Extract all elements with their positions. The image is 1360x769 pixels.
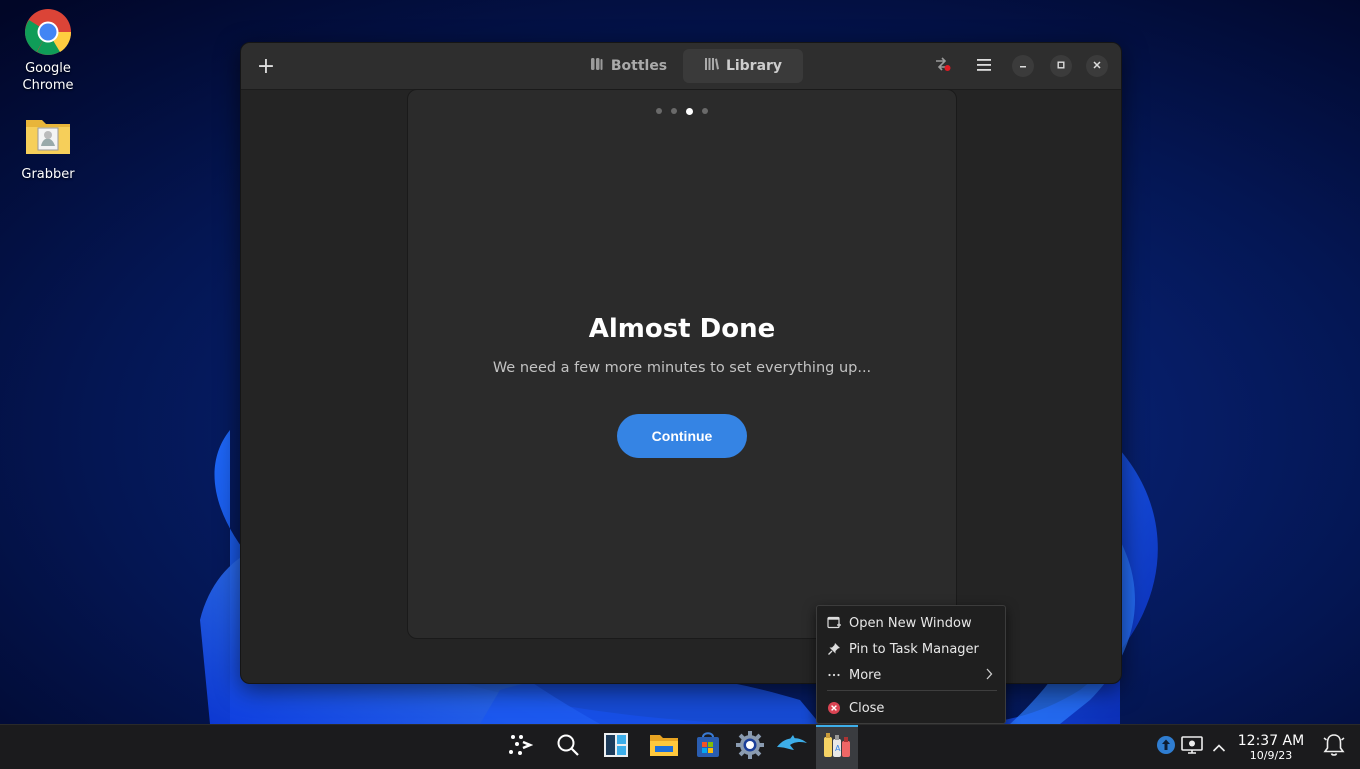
bell-icon bbox=[1321, 732, 1347, 762]
desktop-icon-label: Grabber bbox=[21, 167, 75, 182]
taskbar-launcher-button[interactable] bbox=[504, 731, 536, 763]
menu-item-label: Open New Window bbox=[849, 615, 972, 631]
bottles-app-icon: A bbox=[822, 731, 852, 763]
page-indicator bbox=[408, 107, 956, 115]
clock-date: 10/9/23 bbox=[1249, 749, 1293, 762]
taskbar-settings-button[interactable] bbox=[734, 731, 766, 763]
svg-text:A: A bbox=[835, 744, 841, 753]
clock-time: 12:37 AM bbox=[1237, 733, 1305, 749]
close-window-button[interactable] bbox=[1086, 55, 1108, 77]
menu-item-open-new-window[interactable]: Open New Window bbox=[817, 610, 1005, 636]
task-status-icon bbox=[934, 56, 952, 76]
operations-button[interactable] bbox=[931, 55, 955, 77]
tab-library[interactable]: Library bbox=[683, 49, 803, 83]
bottles-window: + Bottles Library Almost Done We need a … bbox=[240, 42, 1122, 684]
close-icon bbox=[1092, 60, 1102, 73]
taskbar-clock[interactable]: 12:37 AM 10/9/23 bbox=[1236, 733, 1306, 762]
desktop-icon-grabber[interactable]: Grabber bbox=[3, 114, 93, 183]
tab-bottles[interactable]: Bottles bbox=[568, 49, 688, 83]
onboarding-dialog: Almost Done We need a few more minutes t… bbox=[407, 89, 957, 639]
menu-item-label: More bbox=[849, 667, 882, 683]
desktop-icon-label: Google bbox=[25, 61, 71, 76]
menu-item-label: Close bbox=[849, 700, 885, 716]
page-dot[interactable] bbox=[671, 108, 677, 114]
pin-icon bbox=[827, 642, 841, 656]
menu-item-label: Pin to Task Manager bbox=[849, 641, 979, 657]
tray-expand-button[interactable] bbox=[1206, 732, 1232, 762]
dolphin-icon bbox=[776, 735, 808, 759]
hamburger-menu-icon bbox=[976, 57, 992, 76]
folder-icon bbox=[649, 732, 679, 762]
monitor-icon bbox=[1181, 736, 1203, 758]
plus-icon: + bbox=[256, 53, 276, 79]
menu-item-more[interactable]: More bbox=[817, 662, 1005, 688]
chevron-right-icon bbox=[985, 668, 993, 684]
bottles-icon bbox=[589, 56, 605, 76]
menu-item-close[interactable]: Close bbox=[817, 695, 1005, 721]
tray-display-button[interactable] bbox=[1178, 732, 1206, 762]
menu-separator bbox=[827, 690, 997, 691]
new-window-icon bbox=[827, 616, 841, 630]
app-launcher-icon bbox=[507, 732, 534, 762]
tab-label: Library bbox=[725, 58, 783, 74]
desktop-icon-google-chrome[interactable]: Google Chrome bbox=[3, 8, 93, 94]
chevron-up-icon bbox=[1212, 738, 1226, 757]
taskbar-context-menu: Open New Window Pin to Task Manager More bbox=[816, 605, 1006, 724]
taskbar-search-button[interactable] bbox=[552, 731, 584, 763]
header-bar: + Bottles Library bbox=[241, 43, 1121, 90]
page-dot[interactable] bbox=[702, 108, 708, 114]
taskbar-file-manager-button[interactable] bbox=[648, 731, 680, 763]
tray-updates-button[interactable] bbox=[1152, 732, 1180, 762]
notifications-button[interactable] bbox=[1318, 731, 1350, 763]
search-icon bbox=[555, 732, 581, 762]
minimize-button[interactable] bbox=[1012, 55, 1034, 77]
task-view-icon bbox=[603, 732, 629, 762]
gear-icon bbox=[735, 730, 765, 764]
maximize-icon bbox=[1056, 60, 1066, 73]
folder-icon bbox=[24, 114, 72, 162]
page-dot-current[interactable] bbox=[686, 107, 693, 115]
taskbar-bottles-button[interactable]: A bbox=[821, 731, 853, 763]
update-available-icon bbox=[1156, 735, 1176, 759]
taskbar-store-button[interactable] bbox=[692, 731, 724, 763]
desktop-icon-label: Chrome bbox=[22, 78, 74, 93]
page-dot[interactable] bbox=[656, 108, 662, 114]
main-menu-button[interactable] bbox=[973, 55, 995, 77]
taskbar: A 12:37 AM 10/9/23 bbox=[0, 724, 1360, 769]
minimize-icon bbox=[1018, 60, 1028, 73]
taskbar-dolphin-emulator-button[interactable] bbox=[776, 731, 808, 763]
close-circle-icon bbox=[827, 701, 841, 715]
continue-button[interactable]: Continue bbox=[617, 414, 747, 458]
tab-label: Bottles bbox=[610, 58, 668, 74]
maximize-button[interactable] bbox=[1050, 55, 1072, 77]
onboarding-title: Almost Done bbox=[588, 314, 776, 344]
ellipsis-icon bbox=[827, 668, 841, 682]
onboarding-subtitle: We need a few more minutes to set everyt… bbox=[492, 360, 872, 376]
add-bottle-button[interactable]: + bbox=[251, 51, 281, 81]
software-store-icon bbox=[695, 731, 721, 763]
menu-item-pin-to-task-manager[interactable]: Pin to Task Manager bbox=[817, 636, 1005, 662]
library-icon bbox=[704, 56, 720, 76]
taskbar-task-view-button[interactable] bbox=[600, 731, 632, 763]
chrome-icon bbox=[24, 8, 72, 56]
